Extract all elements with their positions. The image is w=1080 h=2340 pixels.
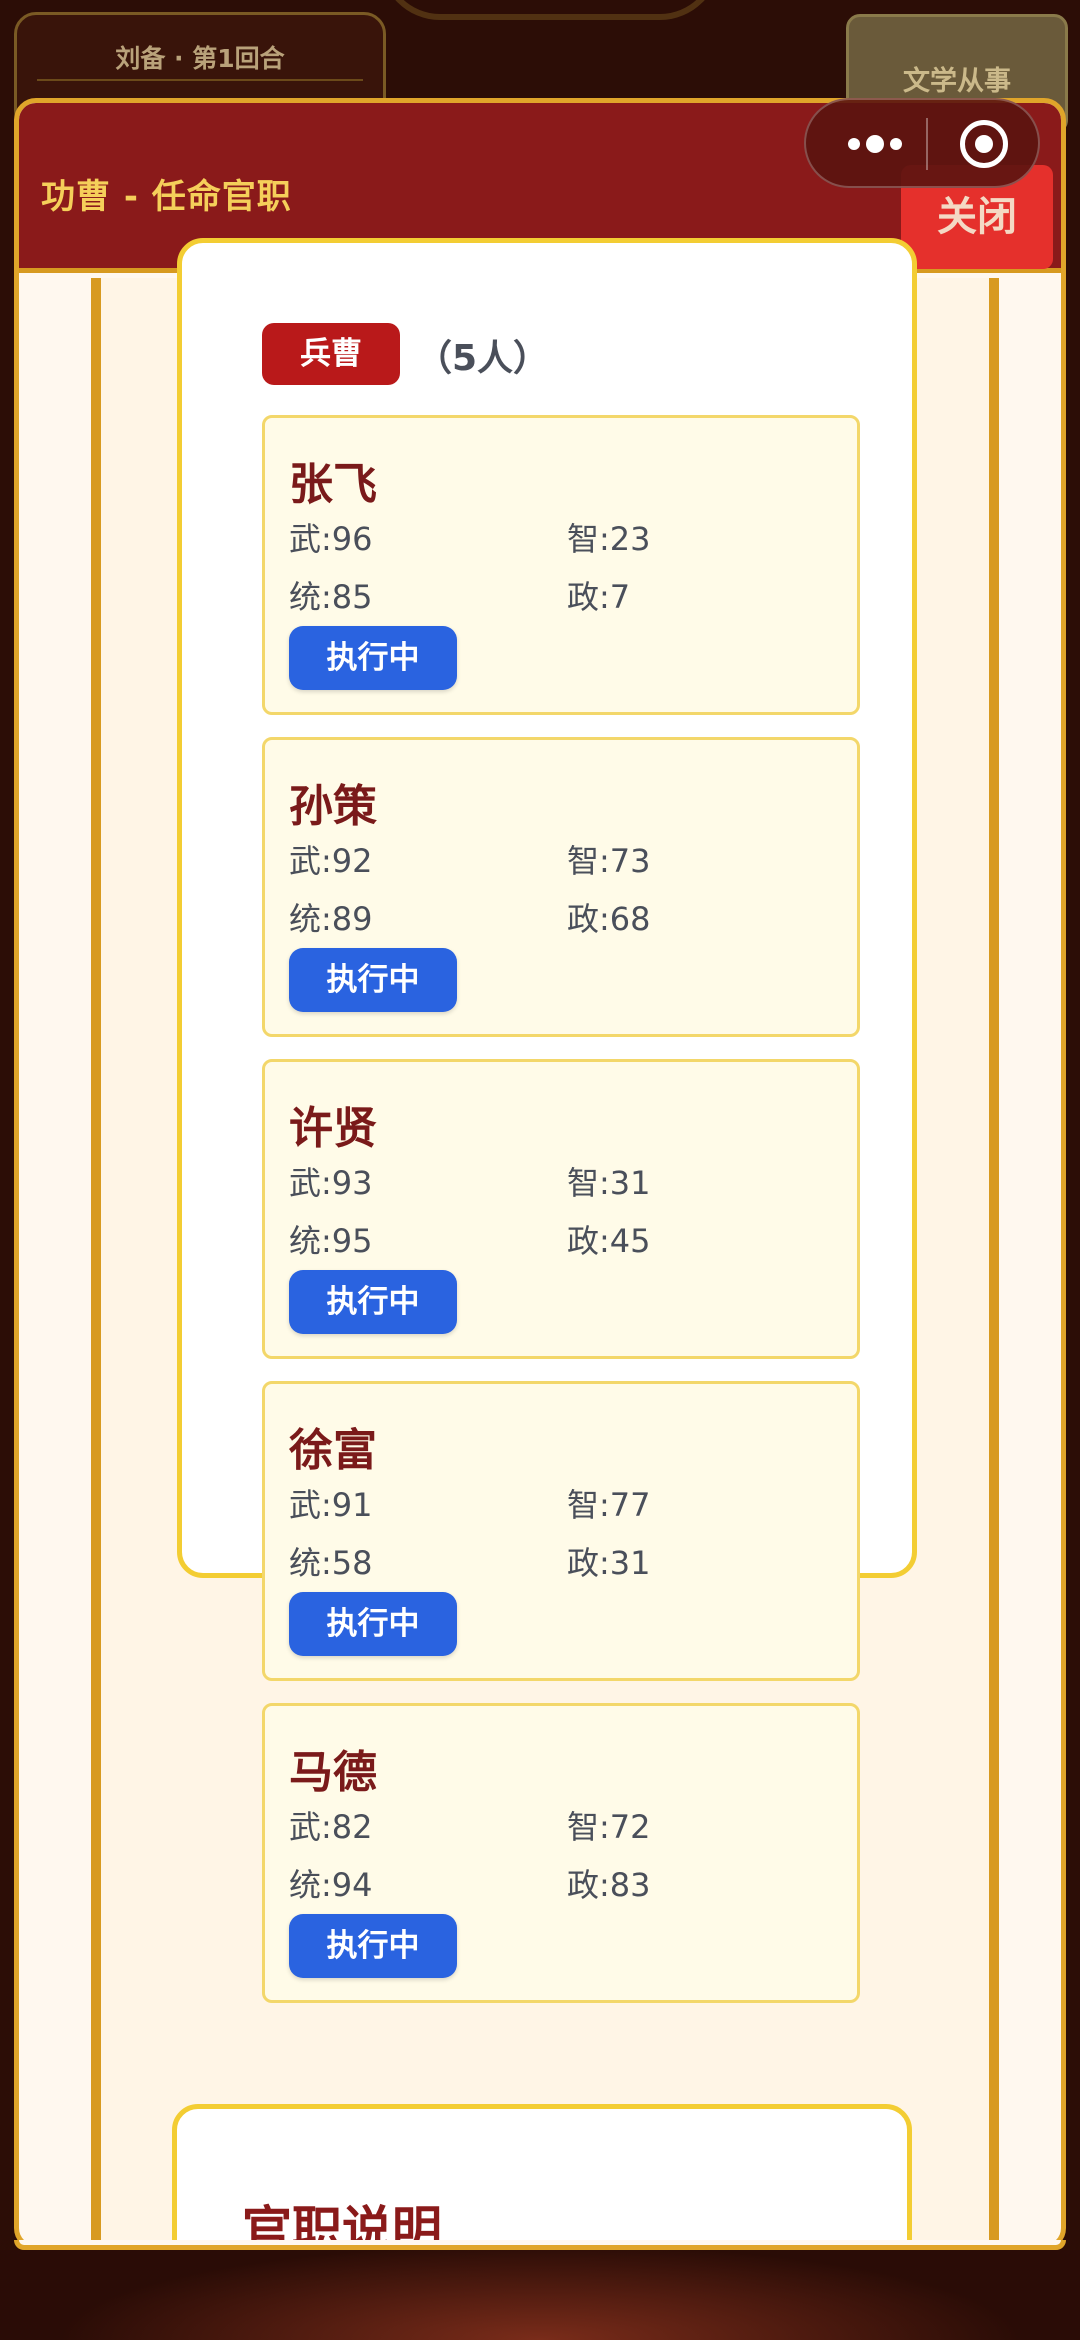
general-name: 张飞: [289, 459, 377, 510]
stat-politics: 政:7: [567, 578, 631, 616]
panel-divider: [37, 79, 363, 81]
miniprogram-capsule: [804, 98, 1040, 188]
stat-martial: 武:93: [289, 1164, 373, 1202]
left-rail: [91, 278, 101, 2245]
stat-intellect: 智:72: [567, 1808, 651, 1846]
background-ornament: [380, 0, 720, 20]
stat-martial: 武:82: [289, 1808, 373, 1846]
stat-intellect: 智:31: [567, 1164, 651, 1202]
stat-intellect: 智:23: [567, 520, 651, 558]
stat-martial: 武:91: [289, 1486, 373, 1524]
stat-politics: 政:68: [567, 900, 651, 938]
general-name: 马德: [289, 1747, 377, 1798]
stat-command: 统:89: [289, 900, 373, 938]
stat-command: 统:58: [289, 1544, 373, 1582]
player-turn-label: 刘备 · 第1回合: [115, 44, 285, 73]
stat-politics: 政:31: [567, 1544, 651, 1582]
status-executing-button[interactable]: 执行中: [289, 1270, 457, 1334]
stat-command: 统:94: [289, 1866, 373, 1904]
close-target-icon[interactable]: [960, 120, 1008, 168]
modal-bottom-edge: [14, 2240, 1066, 2250]
status-executing-button[interactable]: 执行中: [289, 1914, 457, 1978]
office-section-card: 兵曹 （5人） 张飞 武:96 智:23 统:85 政:7 执行中 孙策 武:9…: [177, 238, 917, 2003]
appoint-office-modal: 功曹 - 任命官职 关闭 兵曹 （5人） 张飞 武:96 智:23 统:85 政…: [14, 98, 1066, 2250]
stat-politics: 政:45: [567, 1222, 651, 1260]
office-member-count: （5人）: [416, 338, 550, 379]
general-card[interactable]: 徐富 武:91 智:77 统:58 政:31 执行中: [262, 1381, 860, 1681]
stat-command: 统:85: [289, 578, 373, 616]
stat-martial: 武:92: [289, 842, 373, 880]
modal-title: 功曹 - 任命官职: [41, 177, 292, 217]
status-executing-button[interactable]: 执行中: [289, 948, 457, 1012]
more-dots-icon[interactable]: [832, 124, 932, 164]
general-card[interactable]: 张飞 武:96 智:23 统:85 政:7 执行中: [262, 415, 860, 715]
stat-command: 统:95: [289, 1222, 373, 1260]
stat-intellect: 智:77: [567, 1486, 651, 1524]
general-name: 孙策: [289, 781, 377, 832]
background-bottom-cover: [0, 2250, 1080, 2340]
stat-martial: 武:96: [289, 520, 373, 558]
status-executing-button[interactable]: 执行中: [289, 1592, 457, 1656]
general-name: 徐富: [289, 1425, 377, 1476]
status-executing-button[interactable]: 执行中: [289, 626, 457, 690]
office-shortcut-label: 文学从事: [903, 66, 1011, 97]
capsule-divider: [926, 118, 928, 170]
general-card[interactable]: 许贤 武:93 智:31 统:95 政:45 执行中: [262, 1059, 860, 1359]
office-tag: 兵曹: [262, 323, 400, 385]
general-card[interactable]: 马德 武:82 智:72 统:94 政:83 执行中: [262, 1703, 860, 2003]
modal-body[interactable]: 兵曹 （5人） 张飞 武:96 智:23 统:85 政:7 执行中 孙策 武:9…: [19, 238, 1061, 2245]
right-rail: [989, 278, 999, 2245]
stat-intellect: 智:73: [567, 842, 651, 880]
stat-politics: 政:83: [567, 1866, 651, 1904]
general-name: 许贤: [289, 1103, 377, 1154]
general-card[interactable]: 孙策 武:92 智:73 统:89 政:68 执行中: [262, 737, 860, 1037]
